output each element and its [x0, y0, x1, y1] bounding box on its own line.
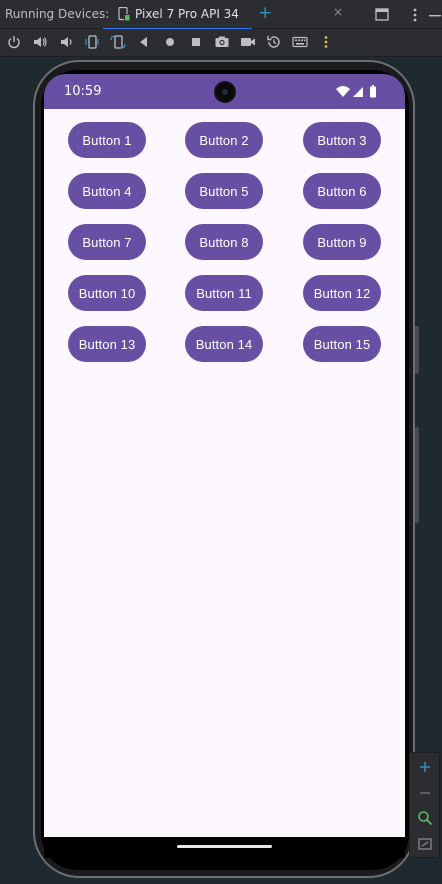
volume-side-button [415, 427, 419, 523]
button-9[interactable]: Button 9 [303, 224, 381, 260]
status-icons [336, 85, 376, 98]
button-13[interactable]: Button 13 [68, 326, 146, 362]
rotate-left-icon[interactable] [84, 34, 100, 50]
gesture-handle[interactable] [177, 845, 272, 848]
screen-record-icon[interactable] [240, 34, 256, 50]
close-tab-icon[interactable]: × [333, 5, 343, 19]
add-tab-icon[interactable]: + [258, 3, 272, 23]
emulator-toolbar [0, 29, 442, 57]
signal-icon [353, 87, 363, 97]
device-tab[interactable]: Pixel 7 Pro API 34 × [103, 0, 343, 30]
button-row: Button 7 Button 8 Button 9 [68, 224, 381, 275]
rotate-right-icon[interactable] [110, 34, 126, 50]
back-icon[interactable] [136, 34, 152, 50]
zoom-out-icon[interactable] [416, 784, 434, 802]
button-15[interactable]: Button 15 [303, 326, 381, 362]
zoom-in-icon[interactable] [416, 758, 434, 776]
battery-icon [370, 85, 376, 98]
button-4[interactable]: Button 4 [68, 173, 146, 209]
power-side-button [415, 326, 419, 374]
device-icon [118, 7, 130, 21]
status-bar: 10:59 [44, 74, 405, 109]
app-content: Button 1 Button 2 Button 3 Button 4 Butt… [44, 109, 405, 837]
button-14[interactable]: Button 14 [185, 326, 263, 362]
button-12[interactable]: Button 12 [303, 275, 381, 311]
screenshot-icon[interactable] [214, 34, 230, 50]
power-icon[interactable] [6, 34, 22, 50]
device-screen[interactable]: 10:59 Button 1 Button 2 Button 3 Button … [44, 74, 405, 858]
button-row: Button 1 Button 2 Button 3 [68, 122, 381, 173]
options-menu-icon[interactable] [405, 5, 425, 25]
gesture-nav-bar [44, 837, 405, 858]
tool-window-header: Running Devices: Pixel 7 Pro API 34 × + [0, 0, 442, 30]
button-grid: Button 1 Button 2 Button 3 Button 4 Butt… [68, 122, 381, 377]
button-2[interactable]: Button 2 [185, 122, 263, 158]
button-row: Button 4 Button 5 Button 6 [68, 173, 381, 224]
button-6[interactable]: Button 6 [303, 173, 381, 209]
button-5[interactable]: Button 5 [185, 173, 263, 209]
keyboard-icon[interactable] [292, 34, 308, 50]
home-icon[interactable] [162, 34, 178, 50]
zoom-controls [409, 752, 440, 858]
button-11[interactable]: Button 11 [185, 275, 263, 311]
button-row: Button 13 Button 14 Button 15 [68, 326, 381, 377]
restore-window-icon[interactable] [372, 5, 392, 25]
volume-down-icon[interactable] [58, 34, 74, 50]
button-8[interactable]: Button 8 [185, 224, 263, 260]
tool-window-title: Running Devices: [5, 7, 110, 21]
button-1[interactable]: Button 1 [68, 122, 146, 158]
wifi-icon [336, 86, 350, 97]
more-icon[interactable] [318, 34, 334, 50]
volume-up-icon[interactable] [32, 34, 48, 50]
button-row: Button 10 Button 11 Button 12 [68, 275, 381, 326]
device-tab-label: Pixel 7 Pro API 34 [135, 7, 239, 21]
overview-icon[interactable] [188, 34, 204, 50]
snapshot-icon[interactable] [266, 34, 282, 50]
front-camera [214, 81, 236, 103]
button-10[interactable]: Button 10 [68, 275, 146, 311]
zoom-actual-icon[interactable] [416, 835, 434, 853]
button-3[interactable]: Button 3 [303, 122, 381, 158]
minimize-icon[interactable] [425, 5, 442, 25]
zoom-fit-icon[interactable] [416, 809, 434, 827]
button-7[interactable]: Button 7 [68, 224, 146, 260]
status-time: 10:59 [64, 84, 102, 99]
